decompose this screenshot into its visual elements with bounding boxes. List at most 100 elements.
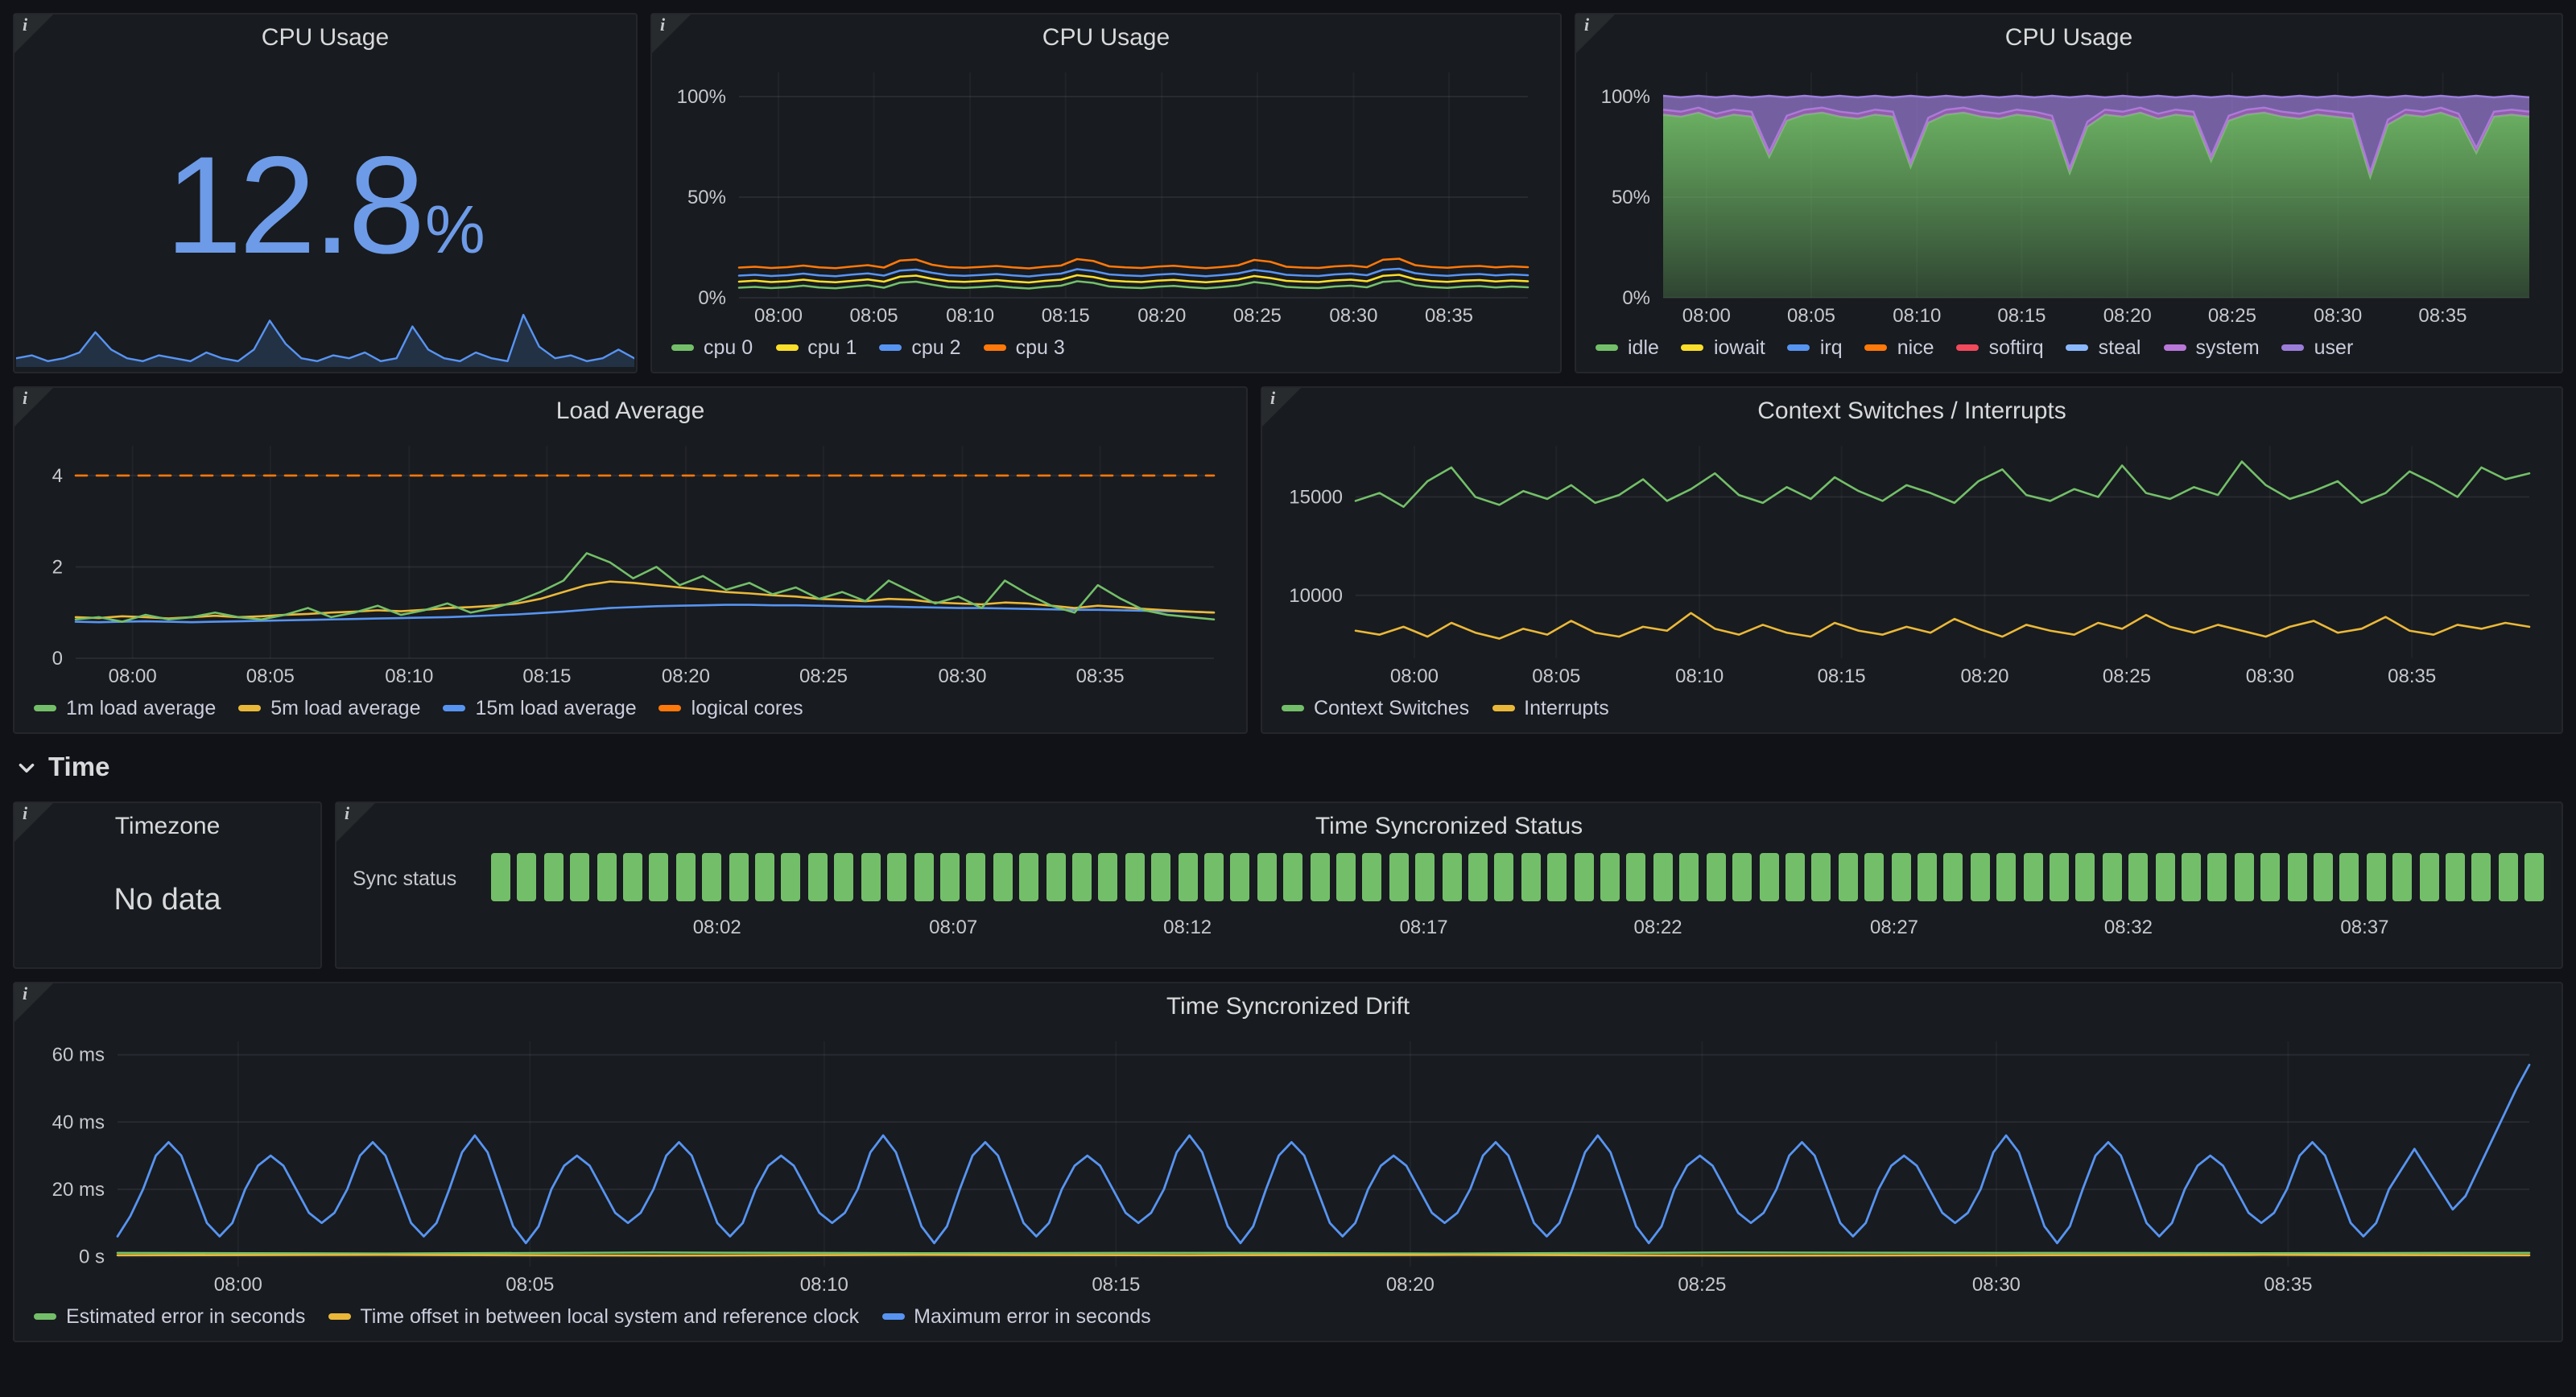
status-cell <box>835 853 854 901</box>
panel-title[interactable]: Time Syncronized Status <box>385 813 2513 840</box>
status-cell <box>1891 853 1910 901</box>
status-cell <box>1151 853 1170 901</box>
legend-label: 1m load average <box>66 697 216 719</box>
panel-timezone: i Timezone No data <box>13 802 322 969</box>
svg-text:08:05: 08:05 <box>1787 305 1835 327</box>
legend-item[interactable]: logical cores <box>659 697 803 719</box>
panel-info-corner[interactable]: i <box>336 803 375 842</box>
info-icon: i <box>1270 389 1275 409</box>
panel-info-corner[interactable]: i <box>1576 14 1615 53</box>
legend-item[interactable]: cpu 0 <box>671 336 753 359</box>
legend-label: logical cores <box>691 697 803 719</box>
section-header-time[interactable]: Time <box>16 747 109 789</box>
cpu-per-core-chart[interactable]: 0%50%100%08:0008:0508:1008:1508:2008:250… <box>665 60 1547 330</box>
svg-text:08:05: 08:05 <box>506 1274 554 1296</box>
status-cell <box>729 853 748 901</box>
legend-swatch <box>2066 344 2089 351</box>
status-cell <box>782 853 801 901</box>
panel-cpu-usage-modes: i CPU Usage 0%50%100%08:0008:0508:1008:1… <box>1575 13 2563 373</box>
panel-info-corner[interactable]: i <box>14 14 53 53</box>
info-icon: i <box>660 16 665 35</box>
legend-label: cpu 3 <box>1016 336 1065 359</box>
panel-info-corner[interactable]: i <box>14 803 53 842</box>
legend-item[interactable]: 15m load average <box>444 697 637 719</box>
legend-swatch <box>328 1313 350 1320</box>
status-cell <box>544 853 564 901</box>
legend-item[interactable]: 1m load average <box>34 697 216 719</box>
status-cell <box>2182 853 2201 901</box>
panel-info-corner[interactable]: i <box>14 388 53 427</box>
status-cell <box>2103 853 2122 901</box>
legend-item[interactable]: nice <box>1865 336 1934 359</box>
status-x-axis: 08:0208:0708:1208:1708:2208:2708:3208:37 <box>491 913 2545 945</box>
panel-info-corner[interactable]: i <box>1262 388 1301 427</box>
status-cell <box>1732 853 1752 901</box>
legend-label: Time offset in between local system and … <box>360 1305 859 1328</box>
svg-text:08:35: 08:35 <box>2388 666 2436 687</box>
status-history-cells[interactable] <box>491 853 2545 901</box>
legend-swatch <box>34 705 56 711</box>
legend-label: irq <box>1820 336 1843 359</box>
svg-text:08:00: 08:00 <box>109 666 157 687</box>
status-cell <box>1785 853 1805 901</box>
status-cell <box>1706 853 1725 901</box>
legend-swatch <box>34 1313 56 1320</box>
legend-item[interactable]: user <box>2282 336 2354 359</box>
legend-item[interactable]: 5m load average <box>238 697 420 719</box>
legend-label: iowait <box>1714 336 1765 359</box>
legend-swatch <box>444 705 466 711</box>
panel-info-corner[interactable]: i <box>14 983 53 1022</box>
legend-item[interactable]: Estimated error in seconds <box>34 1305 305 1328</box>
time-drift-chart[interactable]: 0 s20 ms40 ms60 ms08:0008:0508:1008:1508… <box>27 1028 2549 1299</box>
panel-title[interactable]: Load Average <box>63 398 1198 425</box>
panel-title[interactable]: CPU Usage <box>1624 24 2513 52</box>
svg-text:08:00: 08:00 <box>1682 305 1731 327</box>
legend-item[interactable]: iowait <box>1682 336 1765 359</box>
info-icon: i <box>1584 16 1589 35</box>
legend-label: steal <box>2099 336 2141 359</box>
svg-text:08:30: 08:30 <box>1329 305 1377 327</box>
legend-label: user <box>2314 336 2354 359</box>
stat-unit: % <box>425 192 485 269</box>
x-axis-label: 08:12 <box>1163 916 1212 938</box>
svg-text:08:05: 08:05 <box>246 666 295 687</box>
panel-title[interactable]: Time Syncronized Drift <box>63 993 2513 1020</box>
svg-text:08:35: 08:35 <box>1425 305 1473 327</box>
status-cell <box>2525 853 2545 901</box>
svg-text:100%: 100% <box>1601 86 1650 108</box>
panel-title[interactable]: Timezone <box>63 813 272 840</box>
legend-item[interactable]: irq <box>1788 336 1843 359</box>
legend-item[interactable]: cpu 3 <box>984 336 1065 359</box>
status-cell <box>1653 853 1673 901</box>
legend-label: Context Switches <box>1314 697 1469 719</box>
stat-value: 12.8 <box>165 137 422 275</box>
panel-title[interactable]: Context Switches / Interrupts <box>1311 398 2513 425</box>
panel-title[interactable]: CPU Usage <box>63 24 588 52</box>
legend-item[interactable]: system <box>2163 336 2259 359</box>
legend-item[interactable]: idle <box>1596 336 1659 359</box>
legend-swatch <box>1682 344 1704 351</box>
svg-text:08:30: 08:30 <box>2314 305 2362 327</box>
legend-item[interactable]: Context Switches <box>1282 697 1469 719</box>
legend-item[interactable]: cpu 2 <box>879 336 960 359</box>
svg-text:08:15: 08:15 <box>1092 1274 1140 1296</box>
legend-item[interactable]: Maximum error in seconds <box>881 1305 1151 1328</box>
panel-title[interactable]: CPU Usage <box>700 24 1512 52</box>
legend-item[interactable]: Interrupts <box>1492 697 1609 719</box>
legend-item[interactable]: steal <box>2066 336 2141 359</box>
status-cell <box>887 853 906 901</box>
load-average-chart[interactable]: 02408:0008:0508:1008:1508:2008:2508:3008… <box>27 433 1233 690</box>
context-switches-chart[interactable]: 100001500008:0008:0508:1008:1508:2008:25… <box>1275 433 2549 690</box>
legend-item[interactable]: softirq <box>1957 336 2044 359</box>
legend-item[interactable]: Time offset in between local system and … <box>328 1305 859 1328</box>
legend-label: softirq <box>1989 336 2044 359</box>
legend-swatch <box>2282 344 2305 351</box>
svg-text:08:35: 08:35 <box>2264 1274 2312 1296</box>
cpu-modes-stacked-chart[interactable]: 0%50%100%08:0008:0508:1008:1508:2008:250… <box>1589 60 2549 330</box>
status-cell <box>2340 853 2359 901</box>
legend-item[interactable]: cpu 1 <box>775 336 857 359</box>
info-icon: i <box>345 805 349 824</box>
svg-text:08:15: 08:15 <box>522 666 571 687</box>
panel-info-corner[interactable]: i <box>652 14 691 53</box>
section-label: Time <box>48 752 109 783</box>
